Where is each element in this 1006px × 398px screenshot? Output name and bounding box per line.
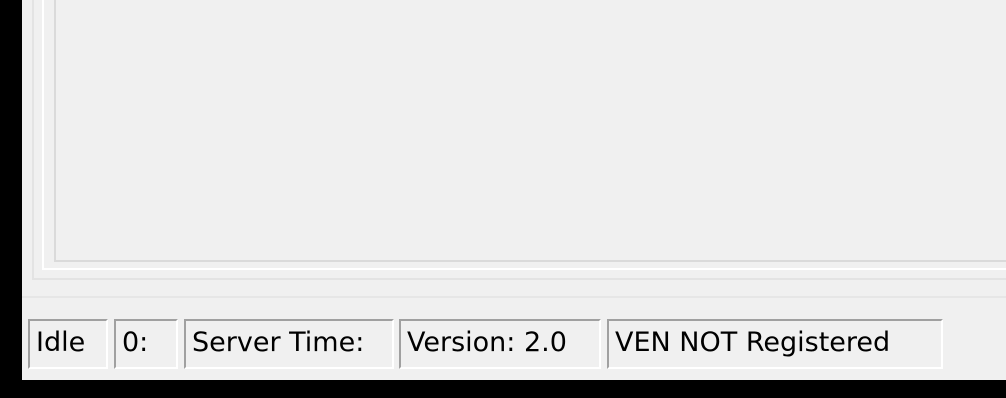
status-pane-registration: VEN NOT Registered: [607, 319, 943, 369]
status-pane-version: Version: 2.0: [399, 319, 601, 369]
content-panel-border: [42, 0, 1006, 270]
content-panel-inner: [54, 0, 1006, 262]
status-pane-count: 0:: [114, 319, 178, 369]
status-pane-state: Idle: [28, 319, 108, 369]
status-bar: Idle 0: Server Time: Version: 2.0 VEN NO…: [22, 300, 1006, 380]
content-panel: [32, 0, 1006, 280]
status-pane-server-time: Server Time:: [184, 319, 394, 369]
status-bar-separator: [22, 296, 1006, 298]
